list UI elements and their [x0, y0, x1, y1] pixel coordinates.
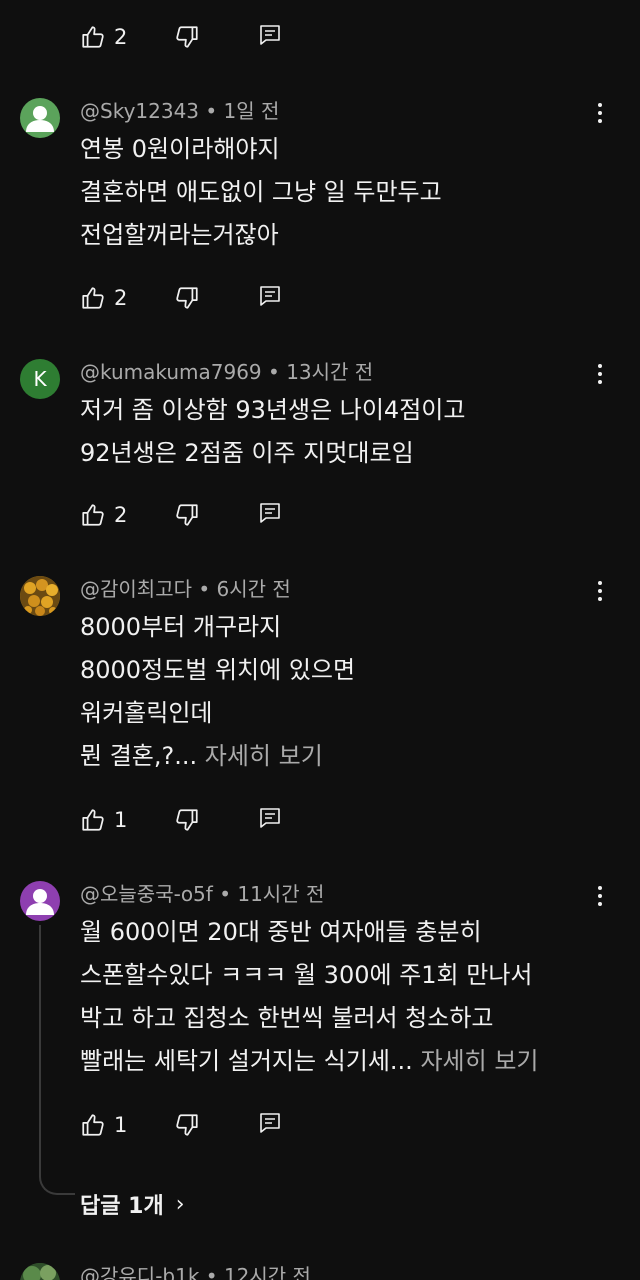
thread-connector: [39, 1175, 75, 1195]
timestamp: 1일 전: [223, 99, 280, 123]
reply-button[interactable]: [258, 501, 282, 529]
comment-header: @Sky12343 • 1일 전: [80, 99, 280, 123]
comment-text: 월 600이면 20대 중반 여자애들 충분히 스폰할수있다 ㅋㅋㅋ 월 300…: [80, 911, 539, 1083]
comment-line: 전업할꺼라는거잖아: [80, 221, 279, 249]
comment-actions: 2: [80, 499, 282, 531]
like-button[interactable]: 2: [80, 502, 174, 528]
view-replies-button[interactable]: 답글 1개 ›: [80, 1188, 185, 1220]
thumbs-up-icon: [80, 285, 106, 311]
default-avatar-icon: [20, 98, 60, 138]
like-button[interactable]: 1: [80, 807, 174, 833]
avatar[interactable]: [20, 576, 60, 616]
avatar[interactable]: [20, 881, 60, 921]
reply-button[interactable]: [258, 806, 282, 834]
comment-text: 저거 좀 이상함 93년생은 나이4점이고 92년생은 2점줌 이주 지멋대로임: [80, 389, 465, 475]
green-photo-icon: [20, 1263, 60, 1280]
reply-icon: [258, 23, 282, 47]
reply-icon: [258, 806, 282, 830]
comment-text: 연봉 0원이라해야지 결혼하면 애도없이 그냥 일 두만두고 전업할꺼라는거잖아: [80, 128, 442, 257]
more-vert-icon[interactable]: [588, 576, 612, 606]
like-button[interactable]: 2: [80, 24, 174, 50]
thumbs-up-icon: [80, 502, 106, 528]
comment-actions: 2: [80, 282, 282, 314]
comment-line: 8000부터 개구라지: [80, 613, 282, 641]
dislike-button[interactable]: [174, 1112, 258, 1138]
avatar-letter: K: [33, 367, 47, 391]
like-count: 1: [114, 808, 128, 832]
reply-button[interactable]: [258, 284, 282, 312]
username[interactable]: @kumakuma7969: [80, 360, 262, 384]
comment-line: 박고 하고 집청소 한번씩 불러서 청소하고: [80, 1004, 494, 1032]
comment-line: 92년생은 2점줌 이주 지멋대로임: [80, 439, 414, 467]
username[interactable]: @Sky12343: [80, 99, 199, 123]
default-avatar-icon: [20, 881, 60, 921]
timestamp: 11시간 전: [237, 882, 325, 906]
comment-line: 빨래는 세탁기 설거지는 식기세... 자세히 보기: [80, 1040, 539, 1083]
comment-line: 스폰할수있다 ㅋㅋㅋ 월 300에 주1회 만나서: [80, 961, 533, 989]
dislike-button[interactable]: [174, 502, 258, 528]
username[interactable]: @오늘중국-o5f: [80, 882, 213, 906]
like-button[interactable]: 2: [80, 285, 174, 311]
reply-icon: [258, 1111, 282, 1135]
comment-line-truncated: 빨래는 세탁기 설거지는 식기세...: [80, 1047, 413, 1075]
comment-actions: 1: [80, 804, 282, 836]
timestamp: 12시간 전: [223, 1264, 311, 1280]
reply-icon: [258, 284, 282, 308]
dislike-button[interactable]: [174, 807, 258, 833]
avatar[interactable]: K: [20, 359, 60, 399]
comment-header: @감이최고다 • 6시간 전: [80, 577, 291, 601]
thumbs-down-icon: [174, 807, 200, 833]
persimmon-photo-icon: [20, 576, 60, 616]
timestamp: 13시간 전: [286, 360, 374, 384]
like-count: 2: [114, 25, 128, 49]
thumbs-down-icon: [174, 502, 200, 528]
comments-page: 2 @Sky12343 • 1일 전 연봉 0원이라해야지 결혼하면 애도없이 …: [0, 0, 640, 1280]
thread-line: [39, 925, 41, 1175]
comment-line-truncated: 뭔 결혼,?...: [80, 742, 198, 770]
comment-text: 8000부터 개구라지 8000정도벌 위치에 있으면 워커홀릭인데 뭔 결혼,…: [80, 606, 355, 778]
avatar[interactable]: [20, 1263, 60, 1280]
dislike-button[interactable]: [174, 285, 258, 311]
comment-line: 저거 좀 이상함 93년생은 나이4점이고: [80, 396, 466, 424]
comment-header: @kumakuma7969 • 13시간 전: [80, 360, 374, 384]
comment-line: 워커홀릭인데: [80, 699, 213, 727]
username[interactable]: @감이최고다: [80, 577, 192, 601]
like-count: 2: [114, 286, 128, 310]
thumbs-up-icon: [80, 24, 106, 50]
read-more-link[interactable]: 자세히 보기: [205, 742, 323, 770]
thumbs-down-icon: [174, 285, 200, 311]
thumbs-down-icon: [174, 1112, 200, 1138]
comment-line: 결혼하면 애도없이 그냥 일 두만두고: [80, 178, 442, 206]
comment-line: 8000정도벌 위치에 있으면: [80, 656, 356, 684]
timestamp: 6시간 전: [216, 577, 291, 601]
reply-button[interactable]: [258, 1111, 282, 1139]
reply-icon: [258, 501, 282, 525]
comment-header: @강유디-b1k • 12시간 전: [80, 1263, 311, 1280]
replies-label: 답글 1개: [80, 1194, 164, 1219]
chevron-right-icon: ›: [175, 1191, 185, 1217]
like-button[interactable]: 1: [80, 1112, 174, 1138]
dislike-button[interactable]: [174, 24, 258, 50]
comment-line: 월 600이면 20대 중반 여자애들 충분히: [80, 918, 482, 946]
reply-button[interactable]: [258, 23, 282, 51]
like-count: 2: [114, 503, 128, 527]
like-count: 1: [114, 1113, 128, 1137]
comment-line: 연봉 0원이라해야지: [80, 135, 280, 163]
read-more-link[interactable]: 자세히 보기: [420, 1047, 538, 1075]
more-vert-icon[interactable]: [588, 359, 612, 389]
thumbs-up-icon: [80, 1112, 106, 1138]
comment-actions: 1: [80, 1109, 282, 1141]
more-vert-icon[interactable]: [588, 98, 612, 128]
comment-line: 뭔 결혼,?... 자세히 보기: [80, 735, 355, 778]
thumbs-up-icon: [80, 807, 106, 833]
thumbs-down-icon: [174, 24, 200, 50]
comment-actions-top: 2: [80, 21, 282, 53]
username[interactable]: @강유디-b1k: [80, 1264, 199, 1280]
more-vert-icon[interactable]: [588, 881, 612, 911]
avatar[interactable]: [20, 98, 60, 138]
comment-header: @오늘중국-o5f • 11시간 전: [80, 882, 325, 906]
